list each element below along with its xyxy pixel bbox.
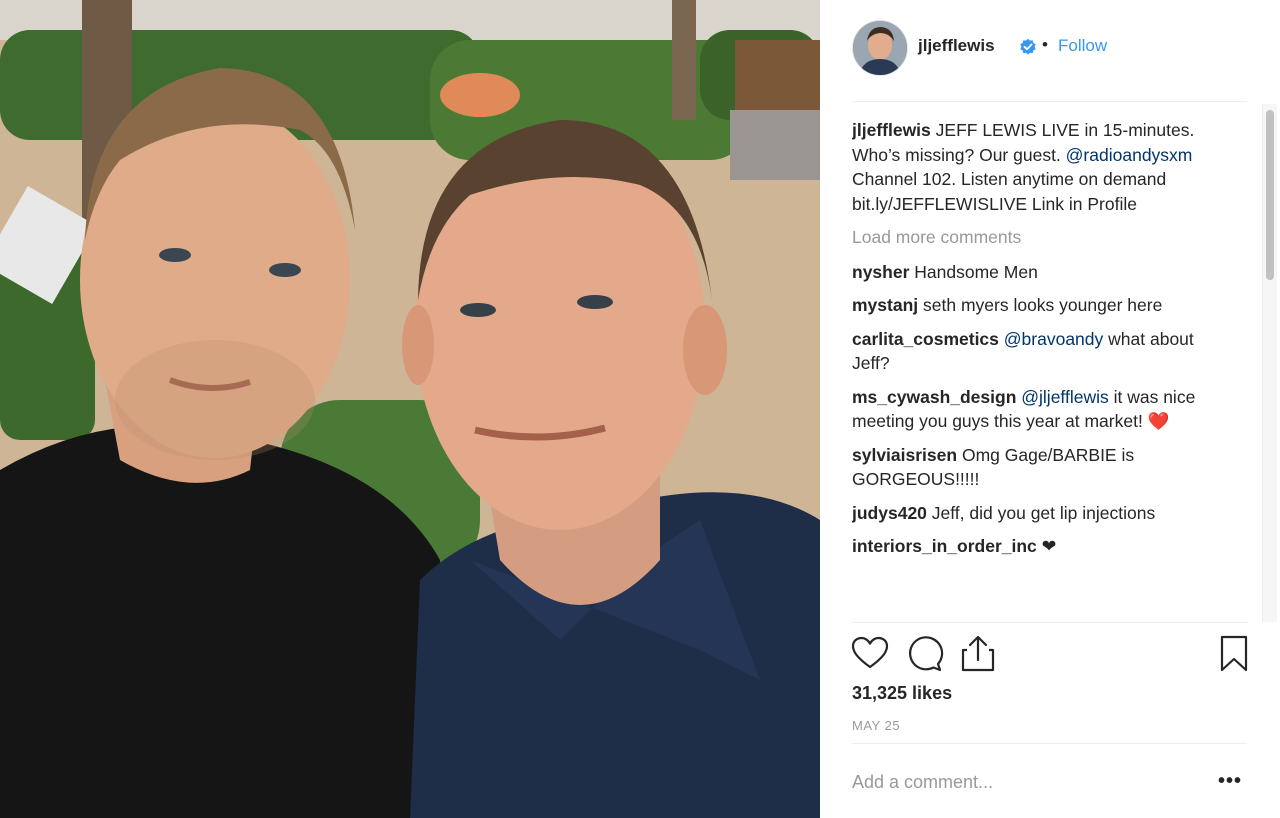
comment-item: nysher Handsome Men [852,260,1232,285]
comments-list[interactable]: jljefflewis JEFF LEWIS LIVE in 15-minute… [852,118,1232,623]
divider [852,743,1247,744]
add-comment-input[interactable] [852,768,1192,796]
comment-username[interactable]: interiors_in_order_inc [852,536,1037,556]
comment-username[interactable]: sylviaisrisen [852,445,957,465]
selfie-photo [0,0,820,818]
comment-mention[interactable]: @bravoandy [1004,329,1104,349]
comment-item: ms_cywash_design @jljefflewis it was nic… [852,385,1232,434]
comment-text: Handsome Men [914,261,1038,282]
more-options-button[interactable]: ••• [1218,770,1242,793]
caption-mention[interactable]: @radioandysxm [1066,145,1193,165]
post-date[interactable]: MAY 25 [852,718,900,733]
divider [852,101,1247,102]
follow-button[interactable]: Follow [1058,36,1107,56]
caption-username[interactable]: jljefflewis [852,120,931,140]
post-details-panel: jljefflewis • Follow jljefflewis JEFF LE… [820,0,1280,818]
comment-item: interiors_in_order_inc ❤ [852,534,1232,559]
comment-username[interactable]: judys420 [852,503,927,523]
header-username[interactable]: jljefflewis [918,36,995,56]
share-icon[interactable] [958,634,998,674]
comment-item: carlita_cosmetics @bravoandy what about … [852,327,1232,376]
bookmark-icon[interactable] [1214,634,1254,674]
likes-count[interactable]: 31,325 likes [852,683,952,704]
comment-mention[interactable]: @jljefflewis [1021,387,1108,407]
post-header: jljefflewis • Follow [820,0,1280,96]
avatar-image [853,21,907,75]
scrollbar-thumb[interactable] [1266,110,1274,280]
caption: jljefflewis JEFF LEWIS LIVE in 15-minute… [852,118,1232,216]
comments-scrollbar[interactable] [1262,104,1277,622]
comment-text: Jeff, did you get lip injections [931,502,1156,523]
comment-item: judys420 Jeff, did you get lip injection… [852,501,1232,526]
comment-username[interactable]: mystanj [852,295,918,315]
comment-text: ❤ [1041,536,1057,556]
comment-username[interactable]: ms_cywash_design [852,387,1016,407]
comment-text: seth myers looks younger here [923,295,1163,315]
verified-badge-icon [1020,38,1036,55]
comment-icon[interactable] [904,634,944,674]
separator-dot: • [1042,35,1048,54]
load-more-comments[interactable]: Load more comments [852,225,1232,250]
comment-username[interactable]: nysher [852,262,909,282]
post-photo[interactable] [0,0,820,818]
divider [852,622,1247,623]
caption-text-2: Channel 102. Listen anytime on demand bi… [852,169,1167,214]
comment-username[interactable]: carlita_cosmetics [852,329,999,349]
comment-item: mystanj seth myers looks younger here [852,293,1232,318]
action-bar [820,634,1280,674]
heart-icon[interactable] [850,634,890,674]
comment-item: sylviaisrisen Omg Gage/BARBIE is GORGEOU… [852,443,1232,492]
avatar[interactable] [852,20,908,76]
red-heart-emoji: ❤️ [1147,411,1170,431]
